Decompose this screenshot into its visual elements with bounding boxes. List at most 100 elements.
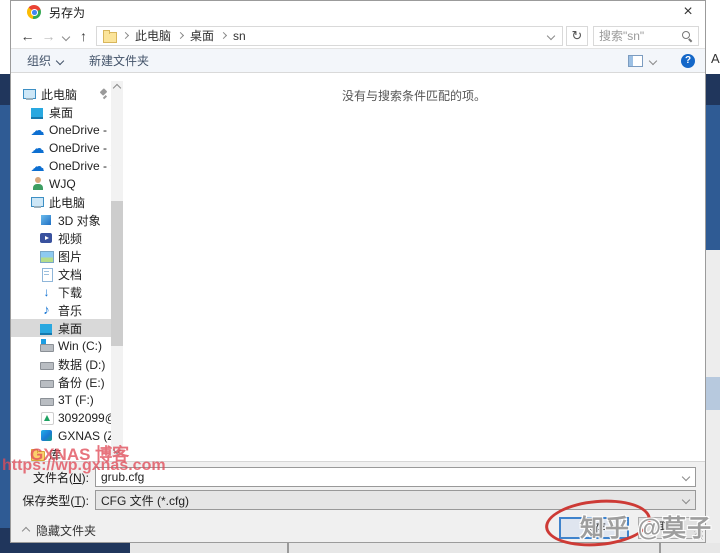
sidebar-item[interactable]: 桌面 [11, 103, 111, 121]
picture-icon [39, 249, 54, 263]
sidebar-item[interactable]: ↓下载 [11, 283, 111, 301]
chrome-icon [27, 5, 41, 19]
background-table-line [287, 543, 289, 553]
sidebar-list: 此电脑桌面☁OneDrive - kol☁OneDrive - Lo☁OneDr… [11, 85, 111, 463]
filetype-select[interactable]: CFG 文件 (*.cfg) [95, 490, 696, 510]
background-window-band [706, 377, 720, 410]
organize-menu-button[interactable]: 组织 [21, 52, 69, 69]
background-window-band [0, 105, 10, 528]
breadcrumb-item[interactable]: 桌面 [190, 27, 214, 44]
sidebar-item-label: 桌面 [58, 320, 82, 337]
sidebar-item[interactable]: ☁ OneDrive - Lo [11, 139, 111, 157]
breadcrumb-item[interactable]: sn [233, 29, 246, 43]
document-icon [39, 267, 54, 281]
background-window-band [0, 528, 10, 543]
sidebar-item[interactable]: ☁ OneDrive - kol [11, 121, 111, 139]
sidebar-item[interactable]: 3D 对象 [11, 211, 111, 229]
sidebar-item-label: OneDrive - OB [49, 159, 111, 173]
address-dropdown-chevron-icon[interactable] [547, 31, 555, 39]
sidebar-item-label: 库 [49, 446, 61, 463]
sidebar-item[interactable]: 文档 [11, 265, 111, 283]
scroll-up-icon[interactable] [113, 84, 121, 92]
chevron-down-icon [62, 32, 70, 40]
cloud-icon: ☁ [30, 141, 45, 155]
chevron-down-icon[interactable] [682, 473, 690, 481]
computer-icon [30, 195, 45, 209]
file-list-area: 没有与搜索条件匹配的项。 [123, 73, 705, 463]
sidebar-item[interactable]: 图片 [11, 247, 111, 265]
hide-folders-button[interactable]: 隐藏文件夹 [23, 522, 96, 539]
refresh-button[interactable]: ↻ [566, 26, 588, 46]
filetype-label: 保存类型(T): [11, 492, 95, 509]
video-icon [39, 231, 54, 245]
sidebar-item-label: 文档 [58, 266, 82, 283]
sidebar-item[interactable]: 此电脑 [11, 85, 111, 103]
filetype-row: 保存类型(T): CFG 文件 (*.cfg) [11, 490, 705, 510]
cancel-button[interactable]: 取消 [638, 517, 702, 539]
netdrive-icon [39, 429, 54, 443]
back-button[interactable]: ← [17, 28, 38, 44]
sidebar-item[interactable]: 备份 (E:) [11, 373, 111, 391]
sidebar-item-label: Win (C:) [58, 339, 102, 353]
sidebar-item[interactable]: 视频 [11, 229, 111, 247]
chevron-right-icon [122, 32, 129, 39]
sidebar-item-label: OneDrive - kol [49, 123, 111, 137]
sidebar-item-label: WJQ [49, 177, 76, 191]
sidebar-scrollbar[interactable] [111, 81, 123, 457]
folder-icon [30, 447, 45, 461]
save-button[interactable]: 保存 [559, 517, 629, 539]
filename-input[interactable]: grub.cfg [95, 467, 696, 487]
background-table-line [659, 543, 661, 553]
user-icon [30, 177, 45, 191]
search-icon [681, 30, 693, 42]
filename-row: 文件名(N): grub.cfg [11, 467, 705, 487]
sidebar-item-label: 下载 [58, 284, 82, 301]
sidebar-item-label: 数据 (D:) [58, 356, 105, 373]
sidebar-item[interactable]: ☁OneDrive - OB [11, 157, 111, 175]
breadcrumb-item[interactable]: 此电脑 [135, 27, 171, 44]
chevron-down-icon[interactable] [682, 496, 690, 504]
sidebar-item[interactable]: WJQ [11, 175, 111, 193]
sidebar-item[interactable]: 桌面 [11, 319, 111, 337]
sidebar-item[interactable]: 3092099@gm [11, 409, 111, 427]
desktop-icon [39, 321, 54, 335]
sidebar-item-label: 视频 [58, 230, 82, 247]
sidebar-item[interactable]: 数据 (D:) [11, 355, 111, 373]
title-bar: 另存为 [11, 1, 705, 23]
sidebar-item-label: 3092099@gm [58, 411, 111, 425]
forward-button[interactable]: → [38, 28, 59, 44]
chevron-right-icon [220, 32, 227, 39]
close-button[interactable]: × [674, 2, 702, 22]
background-window-band [706, 74, 720, 105]
cloud-icon: ☁ [30, 123, 45, 137]
chevron-up-icon [22, 526, 30, 534]
history-dropdown-button[interactable] [59, 29, 73, 43]
gdrive-icon [39, 411, 54, 425]
sidebar-item[interactable]: ♪音乐 [11, 301, 111, 319]
chevron-down-icon [56, 56, 64, 64]
dialog-body: 此电脑桌面☁OneDrive - kol☁OneDrive - Lo☁OneDr… [11, 73, 705, 463]
command-bar: 组织 新建文件夹 ? [11, 49, 705, 73]
cube-icon [39, 213, 54, 227]
scroll-down-icon[interactable] [113, 446, 121, 454]
empty-search-message: 没有与搜索条件匹配的项。 [342, 89, 486, 103]
search-input[interactable]: 搜索"sn" [593, 26, 699, 46]
sidebar-item[interactable]: 3T (F:) [11, 391, 111, 409]
organize-label: 组织 [27, 52, 51, 69]
up-button[interactable]: ↑ [73, 28, 94, 44]
sidebar-item[interactable]: Win (C:) [11, 337, 111, 355]
help-icon[interactable]: ? [681, 54, 695, 68]
address-bar[interactable]: 此电脑 桌面 sn [96, 26, 563, 46]
sidebar-item-label: 图片 [58, 248, 82, 265]
scrollbar-thumb[interactable] [111, 201, 123, 346]
sidebar-item[interactable]: GXNAS (Z:) [11, 427, 111, 445]
change-view-icon[interactable] [628, 55, 643, 67]
chevron-right-icon [177, 32, 184, 39]
filename-value: grub.cfg [101, 470, 144, 484]
view-dropdown-chevron-icon[interactable] [649, 56, 657, 64]
new-folder-button[interactable]: 新建文件夹 [83, 52, 155, 69]
sidebar-item[interactable]: 此电脑 [11, 193, 111, 211]
sidebar-item-label: OneDrive - Lo [49, 141, 111, 155]
resize-grip[interactable] [694, 531, 703, 540]
navigation-pane: 此电脑桌面☁OneDrive - kol☁OneDrive - Lo☁OneDr… [11, 73, 123, 463]
